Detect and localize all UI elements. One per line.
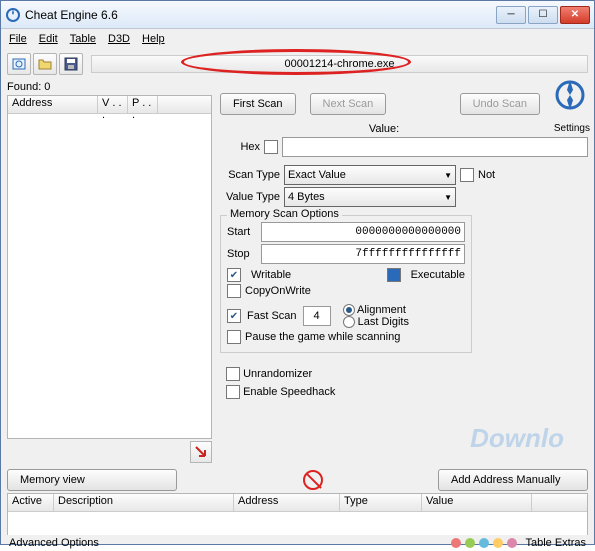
maximize-button[interactable]: ☐	[528, 6, 558, 24]
menu-table[interactable]: Table	[70, 33, 96, 45]
th-type[interactable]: Type	[340, 494, 422, 511]
open-file-button[interactable]	[33, 53, 57, 75]
th-value[interactable]: Value	[422, 494, 532, 511]
first-scan-button[interactable]: First Scan	[220, 93, 296, 115]
window-title: Cheat Engine 6.6	[25, 8, 496, 22]
table-extras-link[interactable]: Table Extras	[525, 537, 586, 549]
speedhack-checkbox[interactable]	[226, 385, 240, 399]
add-address-manually-button[interactable]: Add Address Manually	[438, 469, 588, 491]
titlebar: Cheat Engine 6.6 ─ ☐ ✕	[1, 1, 594, 29]
memory-view-button[interactable]: Memory view	[7, 469, 177, 491]
results-list[interactable]: Address V . . . P . . .	[7, 95, 212, 439]
open-process-button[interactable]	[7, 53, 31, 75]
executable-label: Executable	[411, 269, 465, 281]
menubar: File Edit Table D3D Help	[1, 29, 594, 49]
last-digits-radio[interactable]	[343, 316, 355, 328]
advanced-options-link[interactable]: Advanced Options	[9, 537, 99, 549]
col-address[interactable]: Address	[8, 96, 98, 113]
fast-scan-label: Fast Scan	[247, 310, 297, 322]
fast-scan-input[interactable]	[303, 306, 331, 326]
unrandomizer-checkbox[interactable]	[226, 367, 240, 381]
menu-help[interactable]: Help	[142, 33, 165, 45]
menu-d3d[interactable]: D3D	[108, 33, 130, 45]
scan-type-label: Scan Type	[220, 169, 280, 181]
mem-opts-label: Memory Scan Options	[227, 208, 342, 220]
app-icon	[5, 7, 21, 23]
settings-link[interactable]: Settings	[554, 123, 590, 134]
value-label: Value:	[369, 123, 399, 135]
stop-input[interactable]	[261, 244, 465, 264]
app-logo-icon[interactable]	[554, 75, 586, 123]
alignment-label: Alignment	[357, 304, 406, 316]
pause-checkbox[interactable]	[227, 330, 241, 344]
executable-checkbox[interactable]	[387, 268, 401, 282]
hex-label: Hex	[220, 141, 260, 153]
found-label: Found: 0	[7, 79, 212, 95]
minimize-button[interactable]: ─	[496, 6, 526, 24]
th-description[interactable]: Description	[54, 494, 234, 511]
writable-checkbox[interactable]	[227, 268, 241, 282]
pause-label: Pause the game while scanning	[245, 331, 400, 343]
value-type-label: Value Type	[220, 191, 280, 203]
copyonwrite-label: CopyOnWrite	[245, 285, 311, 297]
process-display: 00001214-chrome.exe	[91, 55, 588, 73]
th-address[interactable]: Address	[234, 494, 340, 511]
menu-file[interactable]: File	[9, 33, 27, 45]
hex-checkbox[interactable]	[264, 140, 278, 154]
status-dots	[451, 538, 517, 548]
undo-scan-button: Undo Scan	[460, 93, 540, 115]
no-sign-icon[interactable]	[303, 470, 323, 490]
alignment-radio[interactable]	[343, 304, 355, 316]
stop-label: Stop	[227, 248, 257, 260]
start-input[interactable]	[261, 222, 465, 242]
process-name: 00001214-chrome.exe	[284, 58, 394, 70]
value-input[interactable]	[282, 137, 588, 157]
last-digits-label: Last Digits	[358, 316, 409, 328]
not-checkbox[interactable]	[460, 168, 474, 182]
address-table[interactable]: Active Description Address Type Value	[7, 493, 588, 535]
writable-label: Writable	[251, 269, 291, 281]
next-scan-button: Next Scan	[310, 93, 387, 115]
col-value[interactable]: V . . .	[98, 96, 128, 113]
close-button[interactable]: ✕	[560, 6, 590, 24]
col-previous[interactable]: P . . .	[128, 96, 158, 113]
unrandomizer-label: Unrandomizer	[243, 368, 312, 380]
add-to-list-button[interactable]	[190, 441, 212, 463]
menu-edit[interactable]: Edit	[39, 33, 58, 45]
memory-scan-options: Memory Scan Options Start Stop Writable	[220, 215, 472, 353]
start-label: Start	[227, 226, 257, 238]
scan-type-select[interactable]: Exact Value▼	[284, 165, 456, 185]
value-type-select[interactable]: 4 Bytes▼	[284, 187, 456, 207]
fast-scan-checkbox[interactable]	[227, 309, 241, 323]
save-button[interactable]	[59, 53, 83, 75]
not-label: Not	[478, 169, 495, 181]
copyonwrite-checkbox[interactable]	[227, 284, 241, 298]
th-active[interactable]: Active	[8, 494, 54, 511]
speedhack-label: Enable Speedhack	[243, 386, 335, 398]
